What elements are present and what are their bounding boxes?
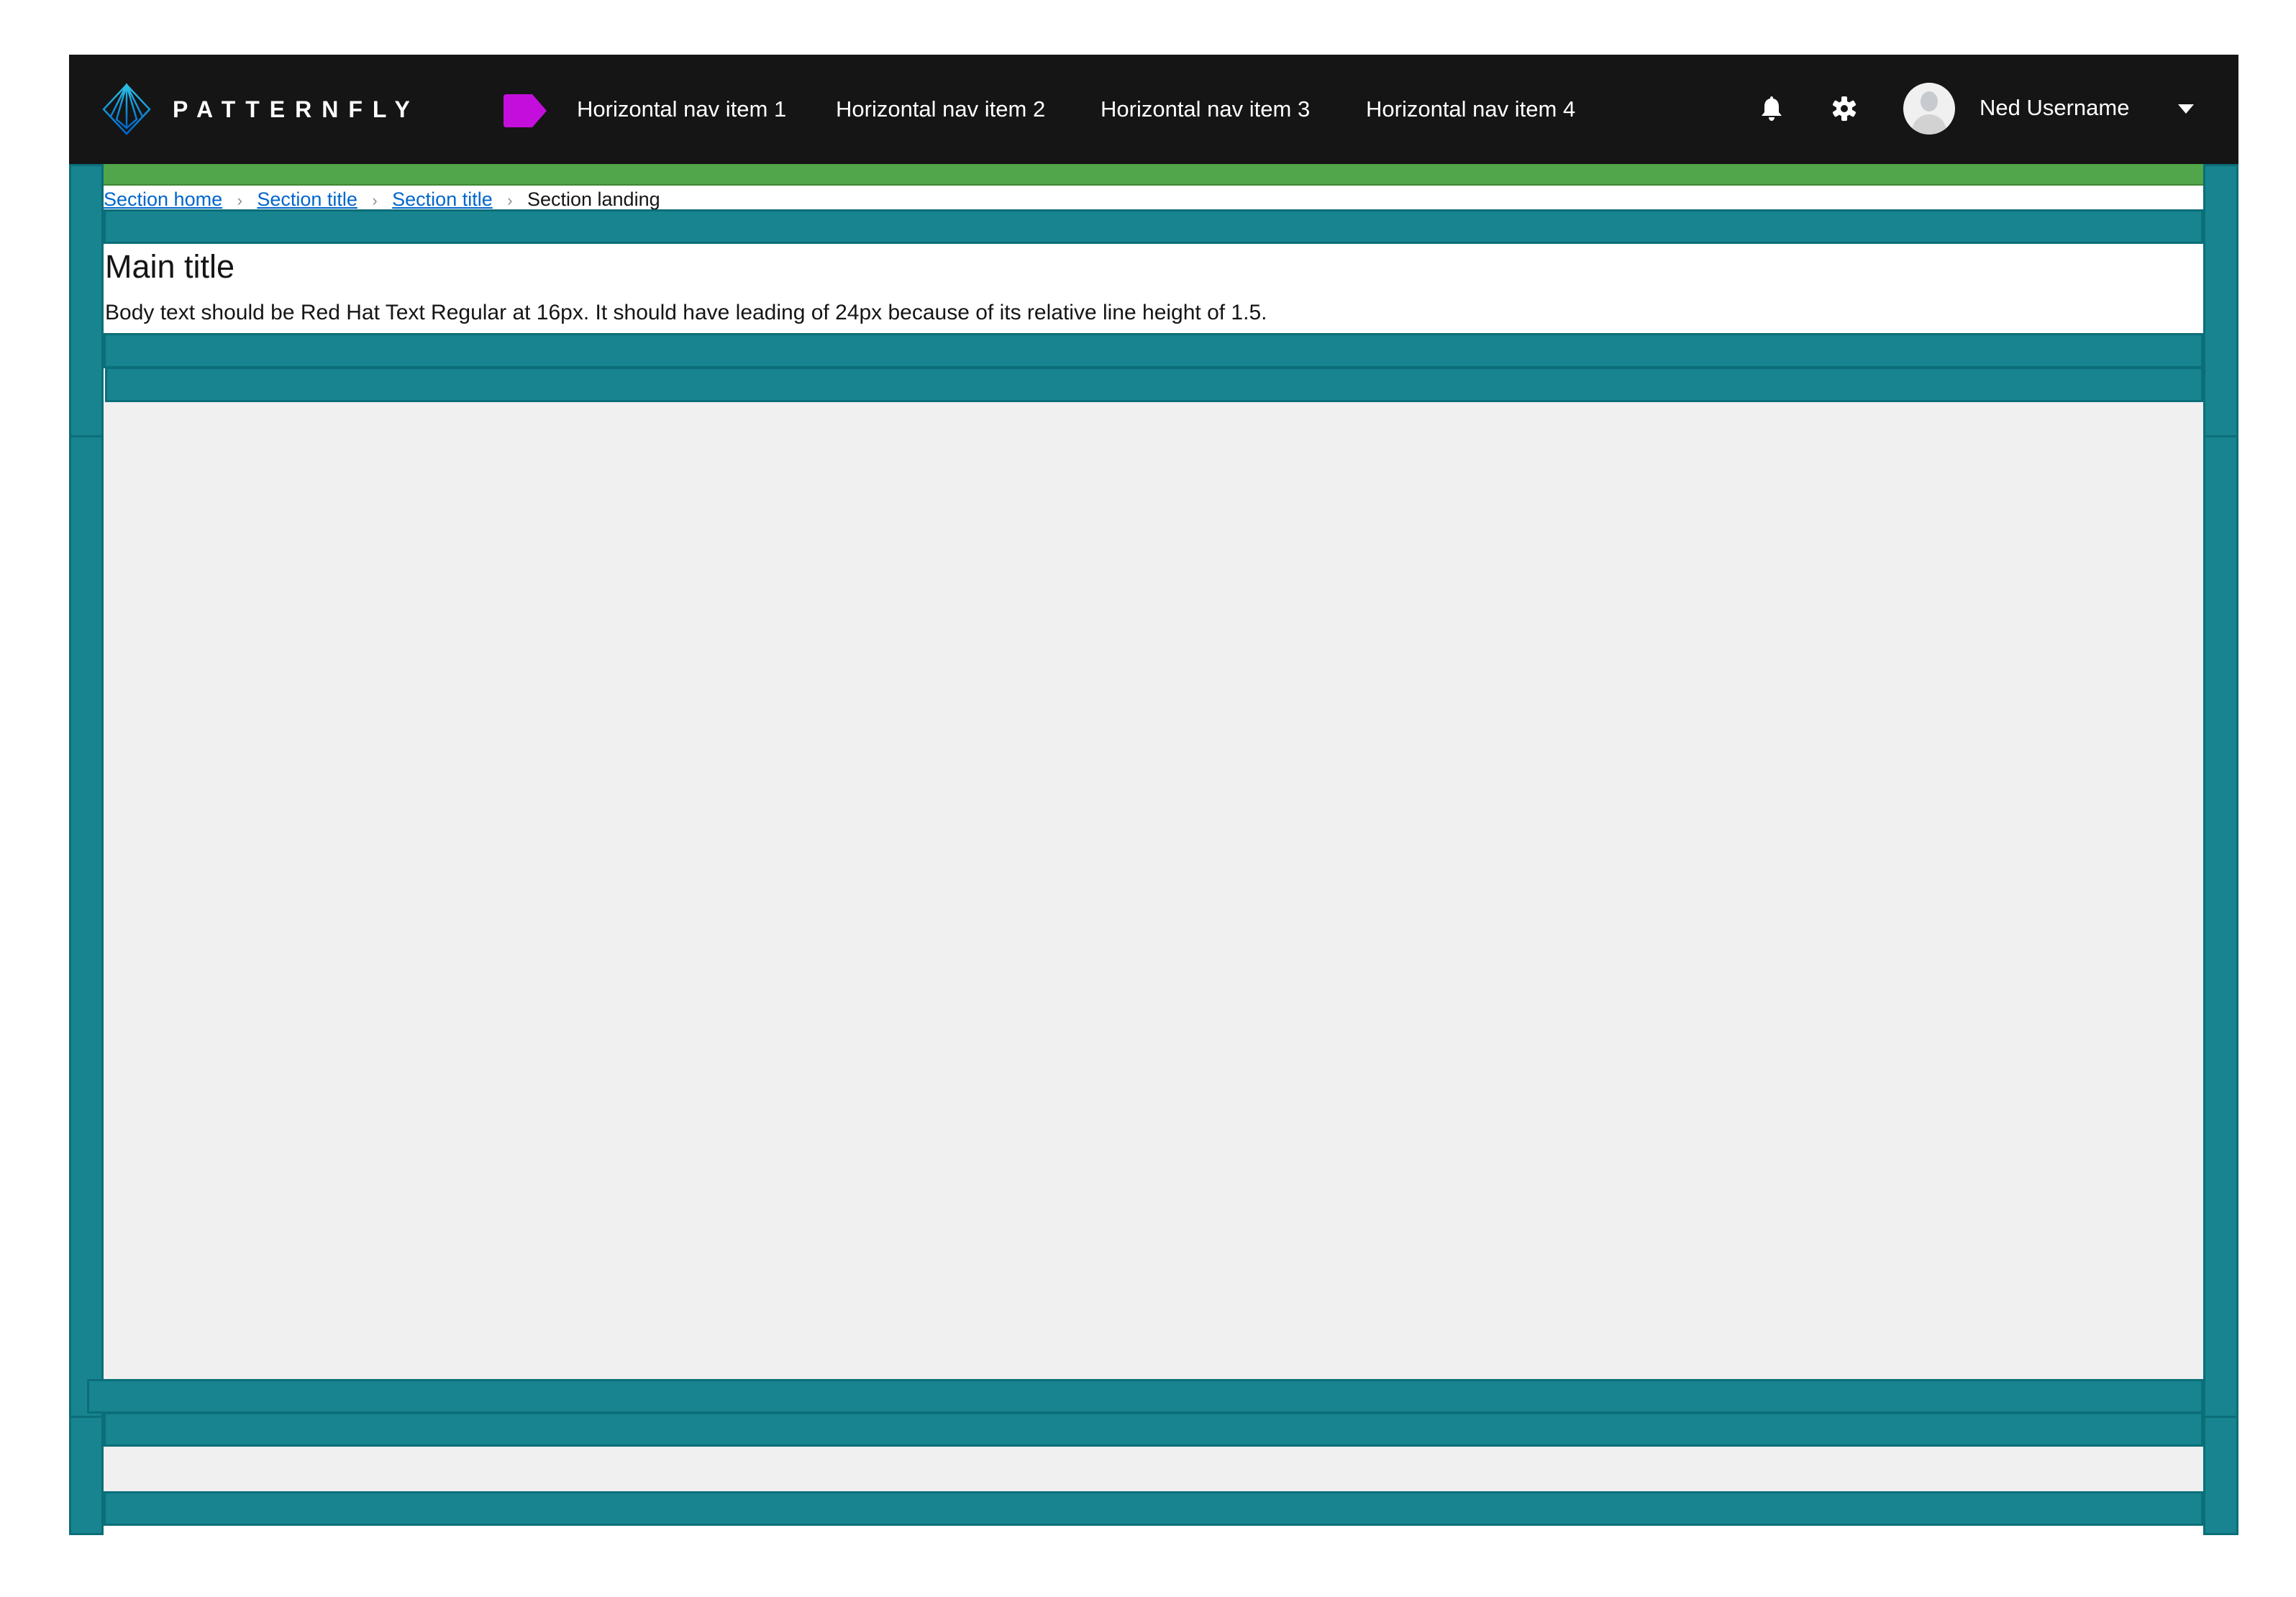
avatar[interactable] (1903, 83, 1955, 135)
brand-name: PATTERNFLY (173, 96, 420, 122)
bell-icon[interactable] (1761, 96, 1782, 121)
gear-icon[interactable] (1832, 96, 1857, 121)
tag-icon[interactable] (504, 94, 548, 127)
breadcrumb-item-section-2[interactable]: Section title (392, 188, 493, 210)
right-sidebar-top (2203, 164, 2238, 437)
left-sidebar (69, 435, 104, 1418)
chevron-right-icon: › (507, 191, 513, 209)
body-text: Body text should be Red Hat Text Regular… (105, 301, 1267, 324)
breadcrumb: Section home › Section title › Section t… (104, 186, 2203, 210)
breadcrumb-item-section[interactable]: Section title (257, 188, 357, 210)
title-section: Main title Body text should be Red Hat T… (104, 244, 2203, 333)
breadcrumb-current: Section landing (527, 188, 660, 210)
patternfly-logo-icon (102, 83, 151, 135)
page-section-band-3 (105, 367, 2203, 402)
page-section-band-4 (87, 1379, 2203, 1414)
page-section-band-6 (104, 1491, 2203, 1526)
avatar-head (1921, 91, 1938, 112)
chevron-right-icon: › (237, 191, 242, 209)
caret-down-icon[interactable] (2178, 104, 2194, 114)
page-main (104, 401, 2203, 1380)
chevron-right-icon: › (372, 191, 378, 209)
nav-item-1[interactable]: Horizontal nav item 1 (577, 55, 786, 164)
left-sidebar-top (69, 164, 104, 437)
breadcrumb-item-home[interactable]: Section home (104, 188, 222, 210)
page-section-band-1 (104, 209, 2203, 244)
left-sidebar-bottom (69, 1416, 104, 1535)
nav-item-2[interactable]: Horizontal nav item 2 (836, 55, 1045, 164)
brand-logo[interactable]: PATTERNFLY (101, 83, 475, 135)
avatar-body (1912, 114, 1946, 135)
nav-item-4[interactable]: Horizontal nav item 4 (1366, 55, 1575, 164)
page-section-band-2 (104, 333, 2203, 368)
page-section-band-5 (104, 1412, 2203, 1447)
masthead: PATTERNFLY Horizontal nav item 1 Horizon… (69, 55, 2238, 164)
page-title: Main title (105, 248, 235, 285)
nav-item-3[interactable]: Horizontal nav item 3 (1101, 55, 1310, 164)
right-sidebar-bottom (2203, 1416, 2238, 1535)
user-name[interactable]: Ned Username (1980, 55, 2129, 164)
right-sidebar (2203, 435, 2238, 1418)
page-section-empty (104, 1447, 2203, 1491)
page-section-green (104, 164, 2203, 186)
